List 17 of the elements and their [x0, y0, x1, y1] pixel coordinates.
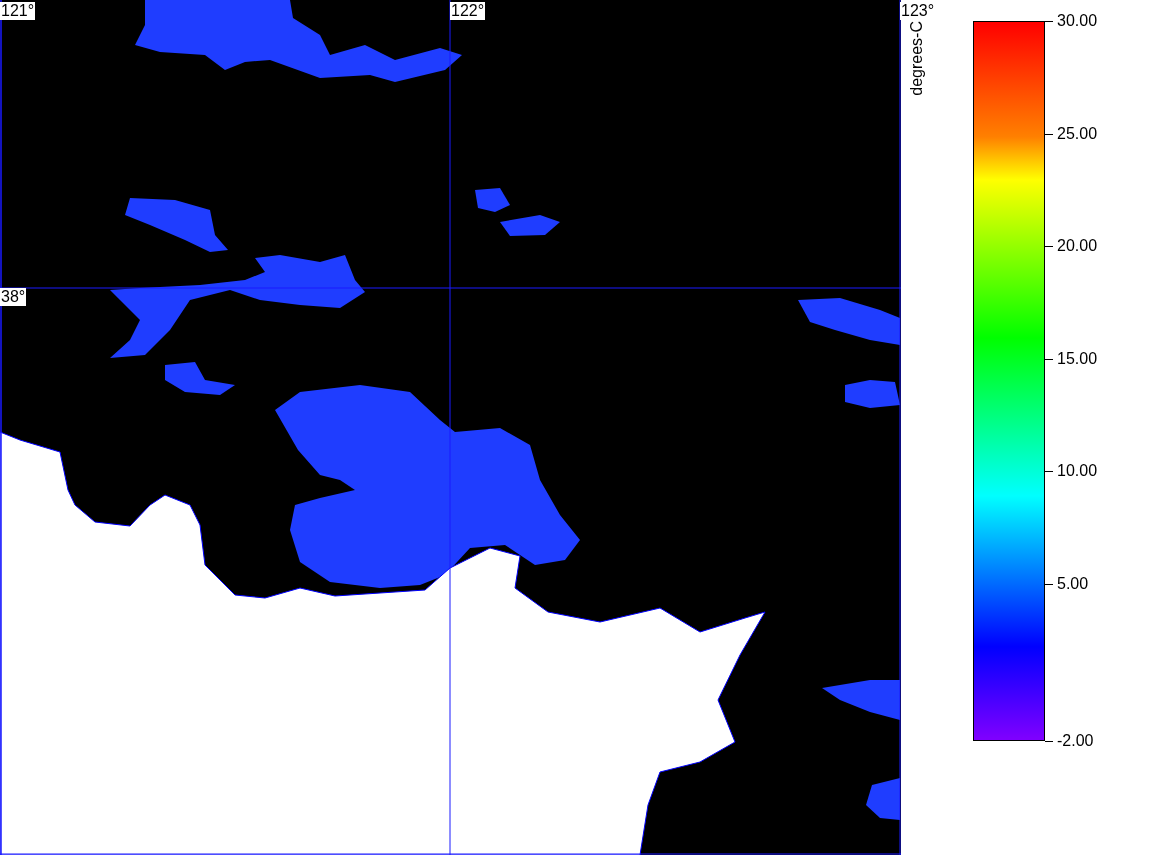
sea-temperature-patch: [845, 380, 900, 408]
colorbar-title: degrees-C: [908, 21, 926, 96]
longitude-label: 123°: [900, 2, 936, 20]
sea-temperature-patch: [500, 215, 560, 236]
sea-temperature-patch: [866, 778, 900, 820]
sea-temperature-patch: [475, 188, 510, 212]
sea-temperature-patch: [165, 362, 235, 395]
colorbar-tick-label: -2.00: [1057, 732, 1094, 750]
colorbar-tick-label: 5.00: [1057, 574, 1089, 593]
latitude-label: 38°: [0, 288, 27, 306]
colorbar-tick-label: 20.00: [1057, 237, 1098, 255]
colorbar-tick-label: 10.00: [1057, 462, 1098, 480]
longitude-label: 122°: [450, 2, 486, 20]
colorbar-tick-label: 30.00: [1057, 12, 1098, 30]
longitude-label: 121°: [0, 2, 36, 20]
colorbar-tick-label: 25.00: [1057, 124, 1098, 143]
colorbar-tick-label: 15.00: [1057, 349, 1098, 368]
